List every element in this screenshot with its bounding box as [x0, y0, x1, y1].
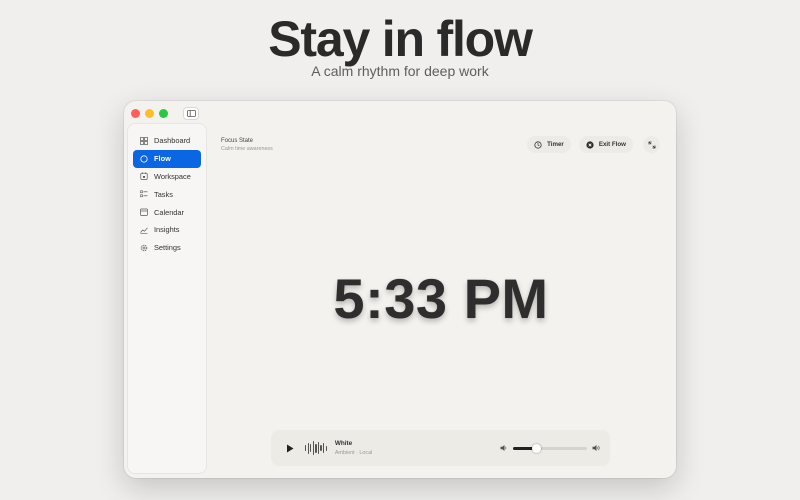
sidebar-item-label: Insights — [154, 225, 180, 235]
hero-subtitle: A calm rhythm for deep work — [311, 63, 489, 79]
zoom-window-button[interactable] — [159, 109, 168, 118]
sidebar-item-dashboard[interactable]: Dashboard — [133, 132, 201, 150]
sidebar-item-workspace[interactable]: Workspace — [133, 168, 201, 186]
clock-display: 5:33 PM — [333, 267, 549, 330]
exit-flow-button[interactable]: Exit Flow — [578, 136, 633, 153]
volume-low-icon — [500, 445, 507, 451]
fullscreen-button[interactable] — [643, 136, 660, 153]
volume-slider-knob[interactable] — [532, 443, 542, 453]
focus-state-title: Focus State — [221, 138, 254, 144]
sidebar-item-insights[interactable]: Insights — [133, 221, 201, 239]
circle-icon — [140, 155, 148, 163]
sidebar-item-settings[interactable]: Settings — [133, 239, 201, 257]
ambient-player: White Ambient · Local — [271, 430, 610, 466]
workspace-icon — [140, 172, 148, 181]
window-controls — [131, 109, 168, 118]
track-subtitle: Ambient · Local — [334, 450, 373, 456]
close-circle-icon — [586, 140, 594, 149]
sidebar-toggle-button[interactable] — [183, 107, 199, 120]
sidebar-item-label: Tasks — [154, 189, 173, 199]
app-window: Dashboard Flow Workspace Tasks Calendar … — [124, 101, 676, 478]
volume-high-icon — [592, 445, 600, 451]
sidebar-item-label: Settings — [154, 243, 181, 253]
exit-flow-label: Exit Flow — [598, 141, 626, 148]
timer-button[interactable]: Timer — [527, 136, 571, 153]
calendar-icon — [140, 208, 148, 216]
focus-state-subtitle: Calm time awareness — [221, 146, 273, 152]
chart-icon — [140, 226, 148, 234]
expand-icon — [648, 141, 655, 148]
sidebar-item-label: Workspace — [154, 171, 191, 181]
sidebar-item-label: Dashboard — [154, 136, 191, 146]
timer-icon — [534, 140, 542, 149]
close-window-button[interactable] — [131, 109, 140, 118]
sidebar-item-flow[interactable]: Flow — [133, 149, 201, 168]
sidebar-item-label: Flow — [154, 154, 171, 164]
volume-control — [500, 430, 601, 466]
track-title: White — [334, 440, 353, 447]
sidebar-item-label: Calendar — [154, 207, 184, 217]
sidebar: Dashboard Flow Workspace Tasks Calendar … — [128, 124, 206, 473]
timer-label: Timer — [547, 141, 564, 148]
gear-icon — [140, 244, 148, 252]
hero-title: Stay in flow — [268, 11, 533, 67]
minimize-window-button[interactable] — [145, 109, 154, 118]
checklist-icon — [140, 190, 148, 198]
track-info: White Ambient · Local — [335, 440, 372, 456]
play-icon — [287, 444, 294, 452]
sidebar-item-tasks[interactable]: Tasks — [133, 185, 201, 203]
sidebar-icon — [186, 110, 196, 117]
sidebar-item-calendar[interactable]: Calendar — [133, 203, 201, 221]
waveform-icon — [305, 441, 327, 455]
play-button[interactable] — [283, 441, 297, 455]
volume-slider[interactable] — [513, 443, 587, 453]
top-actions: Timer Exit Flow — [527, 136, 660, 153]
grid-icon — [140, 137, 148, 145]
